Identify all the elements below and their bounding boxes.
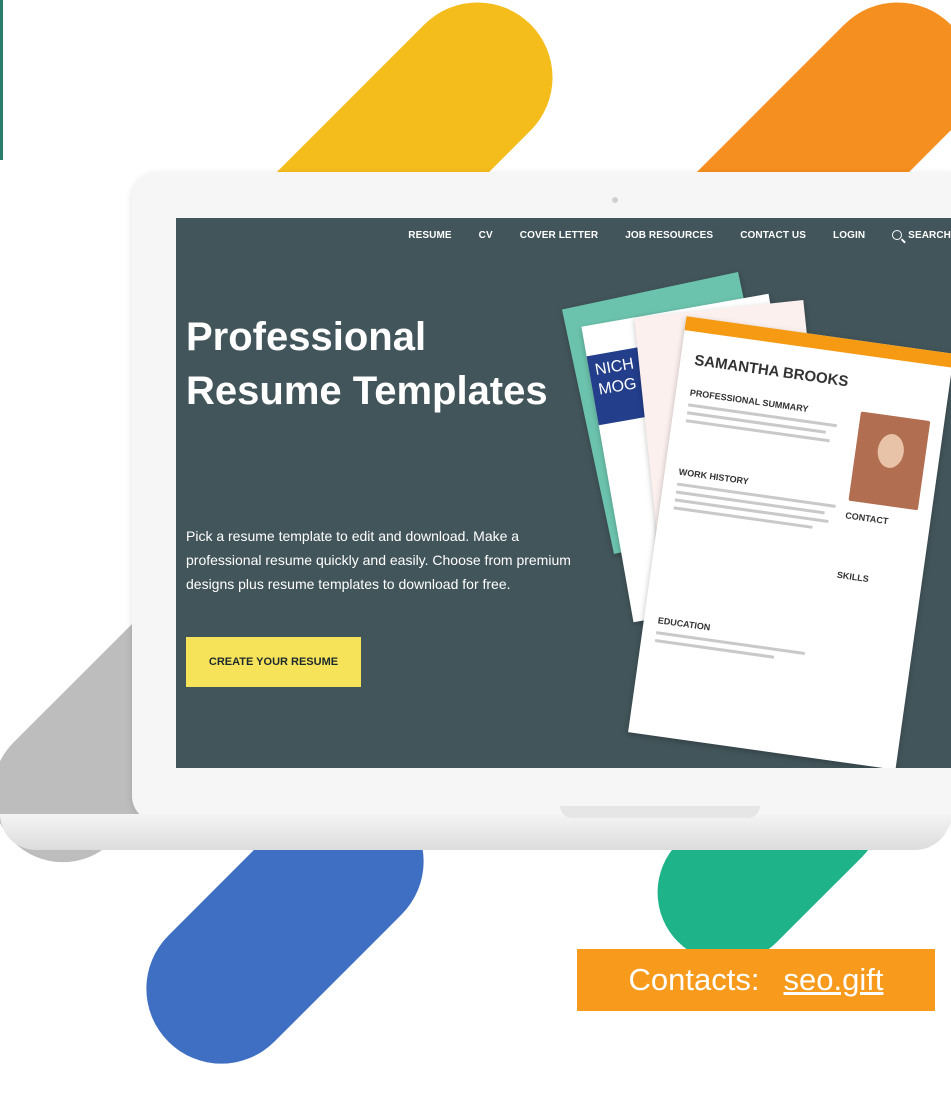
search-icon bbox=[892, 230, 903, 240]
top-navigation: RESUME CV COVER LETTER JOB RESOURCES CON… bbox=[408, 218, 951, 252]
nav-cover-letter[interactable]: COVER LETTER bbox=[520, 230, 598, 241]
nav-login[interactable]: LOGIN bbox=[833, 230, 865, 241]
nav-search[interactable]: SEARCH bbox=[892, 230, 951, 241]
resume-sheet-main: SAMANTHA BROOKS PROFESSIONAL SUMMARY WOR… bbox=[628, 316, 951, 768]
contacts-label: Contacts: bbox=[628, 962, 760, 997]
laptop-camera bbox=[612, 197, 618, 203]
website-screen: RESUME CV COVER LETTER JOB RESOURCES CON… bbox=[176, 218, 951, 768]
nav-resume[interactable]: RESUME bbox=[408, 230, 451, 241]
resume-photo bbox=[848, 411, 931, 511]
contacts-badge: Contacts: seo.gift bbox=[577, 949, 935, 1011]
nav-contact-us[interactable]: CONTACT US bbox=[740, 230, 806, 241]
decorative-green-line bbox=[0, 0, 3, 160]
hero-title: Professional Resume Templates bbox=[186, 315, 548, 413]
hero-description: Pick a resume template to edit and downl… bbox=[186, 528, 571, 592]
resume-section-skills: SKILLS bbox=[836, 569, 870, 585]
resume-section-education: EDUCATION bbox=[657, 615, 711, 633]
contacts-link[interactable]: seo.gift bbox=[784, 962, 884, 998]
laptop-notch bbox=[560, 806, 760, 818]
resume-name: SAMANTHA BROOKS bbox=[693, 351, 850, 391]
laptop-base bbox=[0, 814, 951, 850]
nav-job-resources[interactable]: JOB RESOURCES bbox=[625, 230, 713, 241]
create-resume-button[interactable]: CREATE YOUR RESUME bbox=[186, 637, 361, 687]
resume-section-summary: PROFESSIONAL SUMMARY bbox=[689, 387, 810, 415]
resume-section-contact: CONTACT bbox=[844, 510, 889, 527]
search-label: SEARCH bbox=[908, 229, 951, 241]
nav-cv[interactable]: CV bbox=[479, 230, 493, 241]
